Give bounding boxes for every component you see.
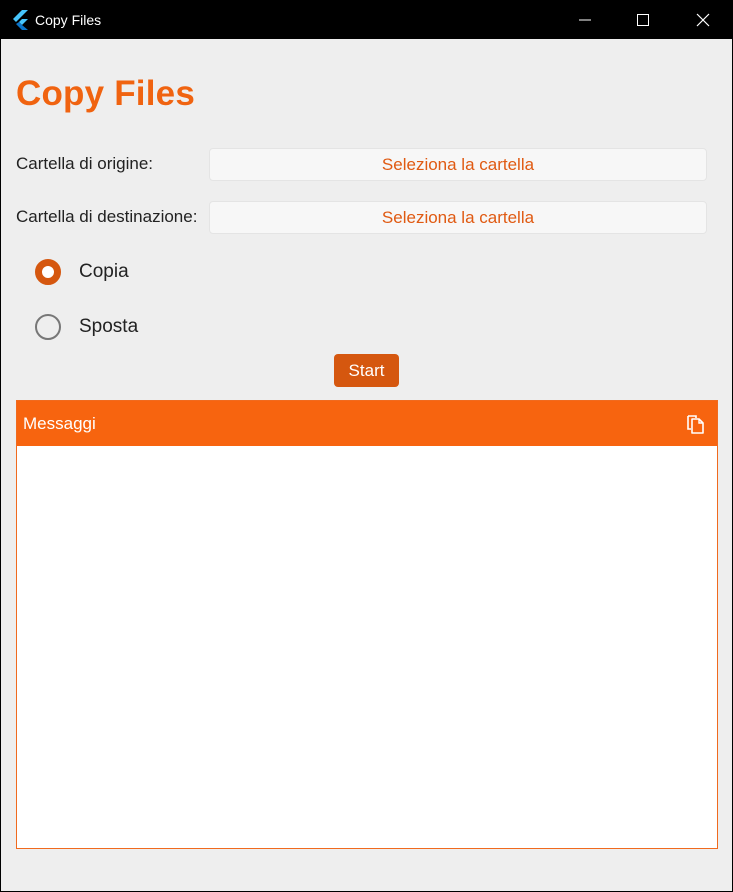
minimize-icon [579, 19, 591, 21]
title-bar[interactable]: Copy Files [1, 0, 732, 39]
start-button[interactable]: Start [334, 354, 399, 387]
close-button[interactable] [674, 0, 732, 39]
source-folder-label: Cartella di origine: [16, 154, 154, 173]
app-window: Copy Files Copy Files Cartella di origin… [1, 0, 732, 891]
messages-output-area[interactable] [17, 446, 717, 848]
select-destination-folder-button[interactable]: Seleziona la cartella [209, 201, 707, 234]
maximize-button[interactable] [614, 0, 672, 39]
copy-messages-button[interactable] [685, 413, 707, 435]
radio-unchecked-icon[interactable] [35, 314, 61, 340]
page-title: Copy Files [16, 74, 195, 113]
select-source-folder-button[interactable]: Seleziona la cartella [209, 148, 707, 181]
radio-label-copy: Copia [79, 261, 129, 282]
flutter-logo-icon [11, 10, 29, 30]
destination-folder-label: Cartella di destinazione: [16, 207, 198, 226]
messages-panel: Messaggi [16, 400, 718, 849]
radio-checked-icon[interactable] [35, 259, 61, 285]
window-title: Copy Files [35, 12, 102, 28]
minimize-button[interactable] [556, 0, 614, 39]
copy-icon [687, 415, 704, 434]
messages-header: Messaggi [17, 401, 717, 446]
maximize-icon [637, 14, 649, 26]
close-icon [696, 13, 710, 27]
messages-title: Messaggi [23, 414, 96, 433]
radio-label-move: Sposta [79, 316, 139, 337]
